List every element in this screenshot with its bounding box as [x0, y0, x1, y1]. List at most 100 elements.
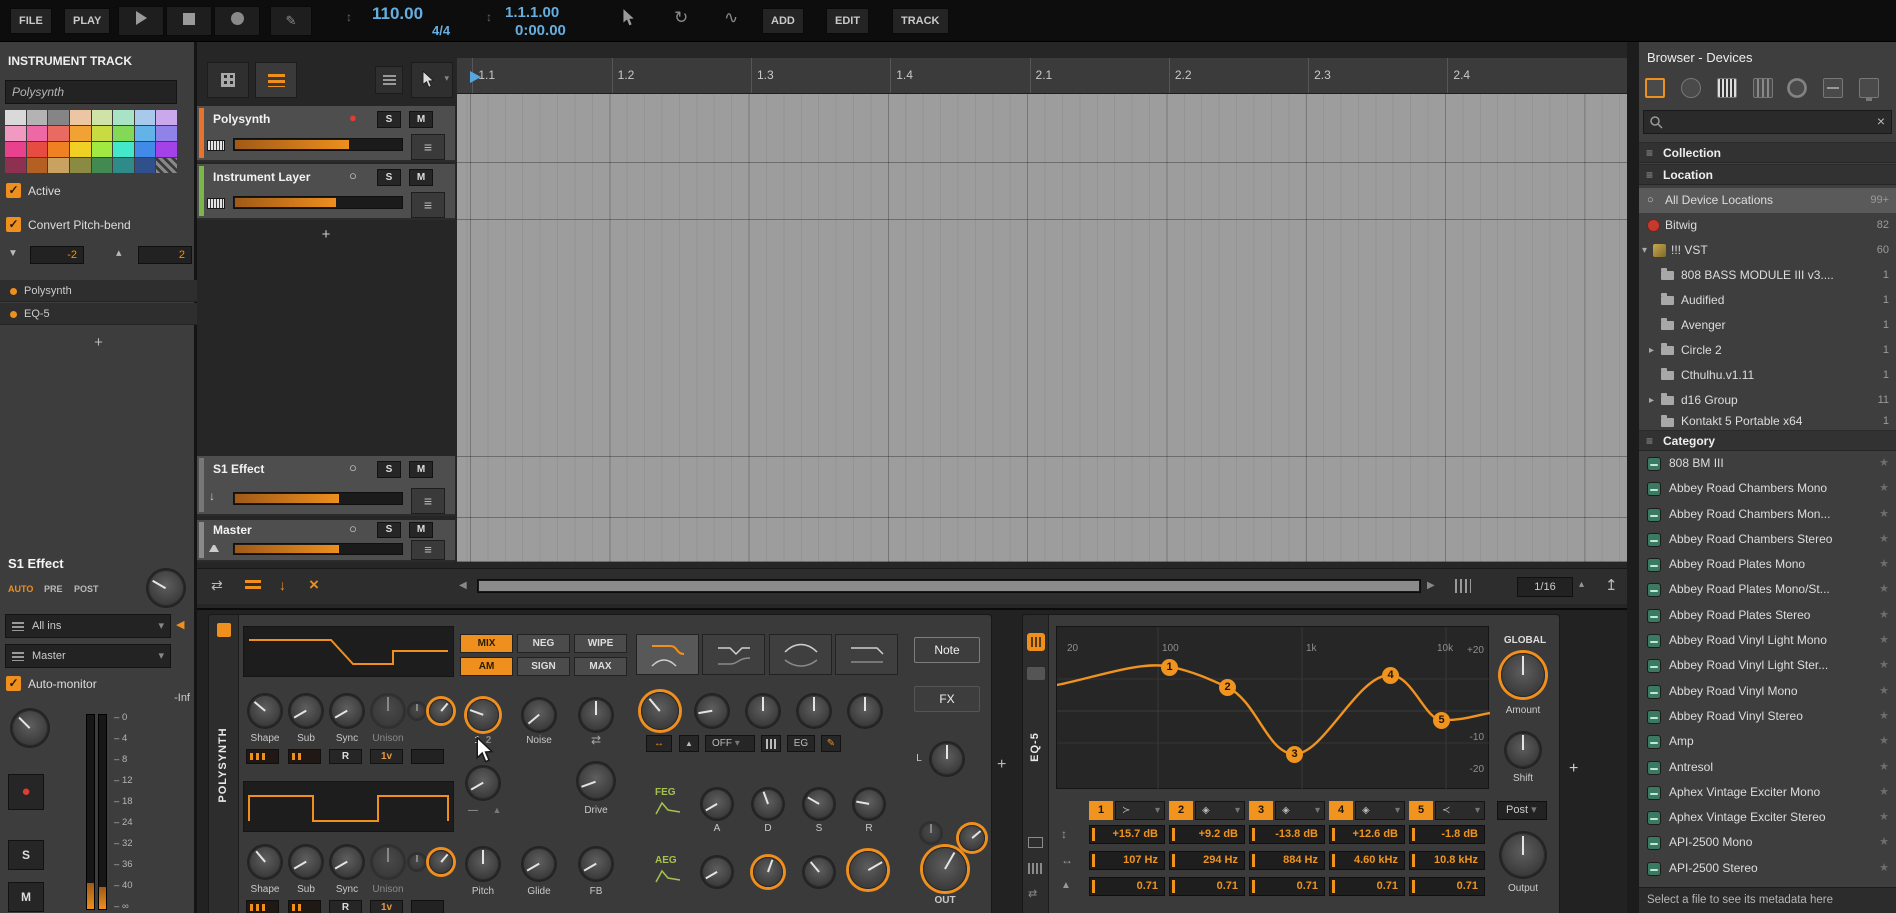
- bend-down-icon[interactable]: [8, 248, 18, 259]
- color-swatch[interactable]: [135, 158, 156, 173]
- device-enable-led[interactable]: [217, 623, 231, 637]
- lane-options-button[interactable]: [375, 66, 403, 94]
- tab-pre[interactable]: PRE: [44, 584, 63, 594]
- add-track-button[interactable]: ADD: [762, 8, 804, 34]
- osc1-retrig-button[interactable]: R: [329, 749, 362, 764]
- polysynth-device[interactable]: POLYSYNTH Shape Sub Sync Unison: [208, 614, 992, 913]
- solo-button[interactable]: S: [377, 111, 401, 128]
- osc2-sub-knob[interactable]: [290, 846, 322, 878]
- browser-device-row[interactable]: Aphex Vintage Exciter Stereo: [1639, 805, 1896, 830]
- display-mode-icon[interactable]: [1028, 837, 1043, 848]
- browser-device-row[interactable]: 808 BM III: [1639, 451, 1896, 476]
- position-drag-icon[interactable]: [486, 10, 492, 24]
- color-swatch[interactable]: [92, 126, 113, 141]
- osc2-voices-knob[interactable]: [429, 850, 453, 874]
- horizontal-scrollbar[interactable]: [477, 579, 1421, 593]
- resonance-knob[interactable]: [696, 695, 728, 727]
- eg-button[interactable]: EG: [787, 735, 815, 752]
- track-volume-slider[interactable]: [233, 196, 403, 209]
- favorite-star-icon[interactable]: [1879, 704, 1889, 729]
- filter-key-knob[interactable]: [798, 695, 830, 727]
- track-menu-button[interactable]: [411, 488, 445, 514]
- band2-gain-value[interactable]: +9.2 dB: [1169, 825, 1245, 844]
- play-menu-button[interactable]: PLAY: [64, 8, 110, 34]
- shift-knob[interactable]: [1506, 733, 1540, 767]
- color-swatch[interactable]: [5, 142, 26, 157]
- devices-filter-icon[interactable]: [1645, 78, 1665, 98]
- feg-sustain-knob[interactable]: [804, 789, 834, 819]
- browser-device-row[interactable]: Abbey Road Vinyl Light Mono: [1639, 628, 1896, 653]
- device-list-item-polysynth[interactable]: Polysynth: [0, 280, 197, 302]
- level-mod-knob[interactable]: [959, 825, 985, 851]
- amount-knob[interactable]: [1501, 653, 1545, 697]
- mod-routing-knob[interactable]: [580, 699, 612, 731]
- favorite-star-icon[interactable]: [1879, 856, 1889, 881]
- overdub-button[interactable]: [270, 6, 312, 36]
- osc2-sync-knob[interactable]: [331, 846, 363, 878]
- aeg-attack-knob[interactable]: [702, 857, 732, 887]
- band1-type-select[interactable]: ≻: [1115, 801, 1165, 820]
- scroll-left-icon[interactable]: [459, 580, 467, 591]
- location-cthulhu[interactable]: Cthulhu.v1.11 1: [1639, 363, 1896, 388]
- record-arm-icon[interactable]: [349, 521, 357, 536]
- favorite-star-icon[interactable]: [1879, 830, 1889, 855]
- bend-down-value[interactable]: -2: [30, 246, 84, 264]
- input-routing-select[interactable]: All ins: [5, 614, 171, 638]
- favorite-star-icon[interactable]: [1879, 780, 1889, 805]
- feg-attack-knob[interactable]: [702, 789, 732, 819]
- record-arm-icon[interactable]: [349, 168, 357, 183]
- stop-button[interactable]: [166, 6, 212, 36]
- location-bitwig[interactable]: Bitwig 82: [1639, 213, 1896, 238]
- color-swatch[interactable]: [156, 126, 177, 141]
- device-list-item-eq5[interactable]: EQ-5: [0, 303, 197, 325]
- record-button[interactable]: [214, 6, 260, 36]
- color-swatch[interactable]: [135, 110, 156, 125]
- color-swatch[interactable]: [92, 158, 113, 173]
- samples-filter-icon[interactable]: [1753, 78, 1773, 98]
- band2-q-value[interactable]: 0.71: [1169, 877, 1245, 896]
- band4-freq-value[interactable]: 4.60 kHz: [1329, 851, 1405, 870]
- browser-device-row[interactable]: Abbey Road Vinyl Light Ster...: [1639, 653, 1896, 678]
- band2-freq-value[interactable]: 294 Hz: [1169, 851, 1245, 870]
- band4-q-value[interactable]: 0.71: [1329, 877, 1405, 896]
- expand-icon[interactable]: [1649, 338, 1654, 363]
- cutoff-range-icon[interactable]: [646, 735, 672, 752]
- osc1-semitone-display[interactable]: [288, 749, 321, 764]
- track-name[interactable]: Instrument Layer: [213, 170, 310, 184]
- cutoff-knob[interactable]: [641, 692, 679, 730]
- device-enabled-dot[interactable]: [10, 288, 17, 295]
- osc2-octave-display[interactable]: [246, 900, 279, 913]
- track-volume-slider[interactable]: [233, 543, 403, 555]
- pan-knob[interactable]: [931, 743, 963, 775]
- route-icon[interactable]: [1028, 887, 1037, 900]
- solo-button[interactable]: S: [377, 169, 401, 186]
- osc2-spread-knob[interactable]: [409, 854, 425, 870]
- color-swatch[interactable]: [92, 142, 113, 157]
- drive-knob[interactable]: [578, 763, 614, 799]
- am-mode-button[interactable]: AM: [460, 657, 513, 676]
- color-swatch[interactable]: [70, 142, 91, 157]
- favorite-star-icon[interactable]: [1879, 476, 1889, 501]
- mixer-view-button[interactable]: [207, 62, 249, 98]
- auto-monitor-checkbox[interactable]: [6, 676, 21, 691]
- tempo-drag-icon[interactable]: [346, 10, 352, 24]
- color-swatch[interactable]: [5, 110, 26, 125]
- location-d16-group[interactable]: d16 Group 11: [1639, 388, 1896, 413]
- band1-freq-value[interactable]: 107 Hz: [1089, 851, 1165, 870]
- color-swatch[interactable]: [27, 126, 48, 141]
- osc2-retrig-button[interactable]: R: [329, 900, 362, 913]
- keytrack-select[interactable]: OFF: [705, 735, 755, 752]
- favorite-star-icon[interactable]: [1879, 729, 1889, 754]
- browser-device-row[interactable]: Abbey Road Vinyl Mono: [1639, 679, 1896, 704]
- bend-up-value[interactable]: 2: [138, 246, 192, 264]
- sliders-icon[interactable]: [761, 735, 781, 752]
- color-swatch[interactable]: [70, 110, 91, 125]
- lfo-shape-knob[interactable]: [467, 767, 499, 799]
- color-swatch[interactable]: [156, 110, 177, 125]
- filter-type-lowpass-button[interactable]: [636, 634, 699, 675]
- track-name[interactable]: Master: [213, 523, 252, 537]
- band5-freq-value[interactable]: 10.8 kHz: [1409, 851, 1485, 870]
- filter-env-knob[interactable]: [747, 695, 779, 727]
- color-swatch[interactable]: [113, 142, 134, 157]
- track-header-s1-effect[interactable]: S1 Effect S M: [197, 456, 455, 516]
